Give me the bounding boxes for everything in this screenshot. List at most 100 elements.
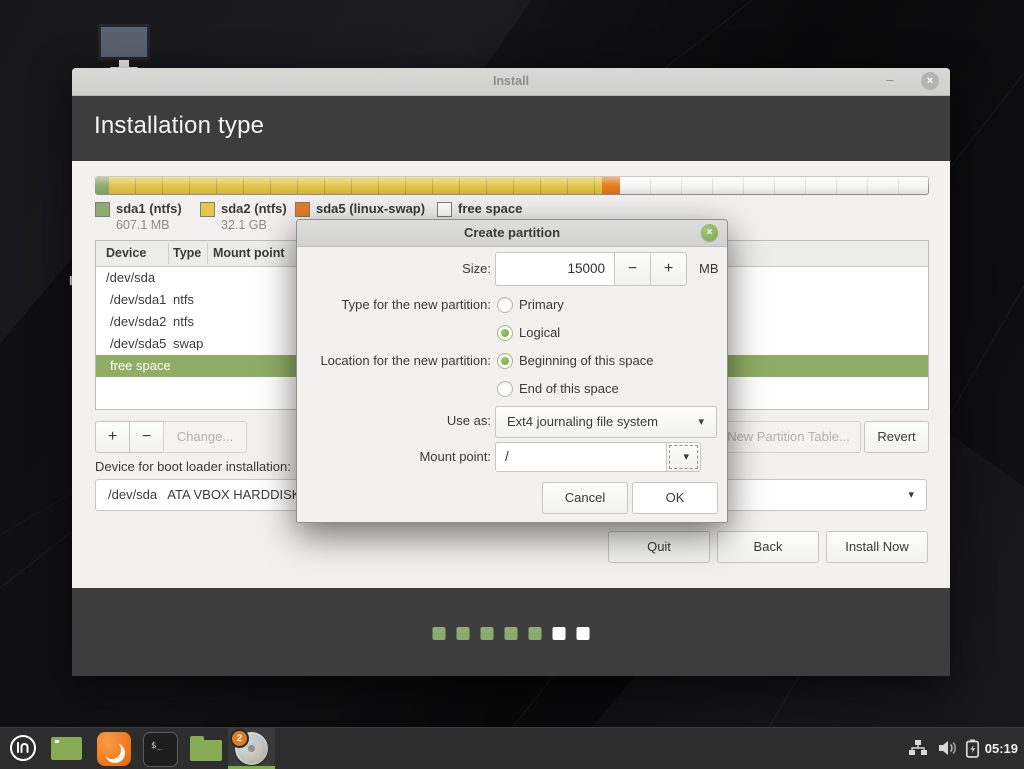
firefox-swirl-carve — [103, 741, 121, 759]
computer-desktop-icon[interactable] — [98, 24, 150, 71]
show-desktop-button[interactable] — [50, 728, 84, 769]
mount-point-input[interactable]: / — [495, 442, 667, 472]
legend-label: free space — [458, 201, 523, 216]
column-header-device: Device — [106, 246, 147, 260]
install-now-button[interactable]: Install Now — [826, 531, 928, 563]
folder-icon — [190, 740, 222, 761]
legend-size: 607.1 MB — [116, 218, 170, 232]
column-header-mount-point: Mount point — [213, 246, 285, 260]
desktop-icon-dot — [55, 740, 59, 743]
page-title: Installation type — [94, 112, 265, 139]
installer-taskbar-item[interactable]: 2 — [228, 728, 275, 769]
progress-dot — [552, 627, 566, 640]
cell-device: /dev/sda2 — [110, 314, 167, 329]
legend-label: sda2 (ntfs) — [221, 201, 287, 216]
radio-label: Primary — [519, 297, 564, 312]
close-button[interactable]: × — [921, 72, 939, 90]
ok-button[interactable]: OK — [632, 482, 718, 514]
remove-partition-button[interactable]: − — [129, 421, 164, 453]
files-launcher[interactable] — [188, 728, 224, 769]
mount-point-value: / — [505, 449, 509, 464]
change-partition-button[interactable]: Change... — [163, 421, 247, 453]
firefox-icon — [97, 732, 131, 766]
add-partition-button[interactable]: + — [95, 421, 130, 453]
clock[interactable]: 05:19 — [985, 741, 1018, 756]
minimize-button[interactable]: – — [882, 72, 898, 88]
column-header-type: Type — [173, 246, 202, 260]
window-titlebar[interactable]: Install – × — [72, 68, 950, 96]
cell-device: /dev/sda1 — [110, 292, 167, 307]
window-count-badge: 2 — [230, 729, 249, 748]
terminal-launcher[interactable]: $_ — [142, 728, 178, 769]
progress-dot — [480, 627, 494, 640]
radio-circle-icon — [497, 325, 513, 341]
cell-type: ntfs — [173, 314, 194, 329]
revert-button[interactable]: Revert — [864, 421, 929, 453]
dialog-titlebar[interactable]: Create partition × — [297, 220, 727, 247]
monitor-stand — [119, 60, 129, 67]
wizard-footer — [72, 588, 950, 676]
radio-circle-icon — [497, 297, 513, 313]
cell-device: free space — [110, 358, 171, 373]
progress-dot — [528, 627, 542, 640]
progress-dots — [432, 627, 590, 640]
use-as-label: Use as: — [446, 413, 491, 428]
legend-label: sda5 (linux-swap) — [316, 201, 426, 216]
size-decrement-button[interactable]: − — [614, 252, 651, 286]
legend-swatch-sda1 — [95, 202, 110, 217]
legend-swatch-free — [437, 202, 452, 217]
partition-segment-sda1 — [96, 177, 110, 194]
page-header: Installation type — [72, 96, 950, 161]
radio-label: Beginning of this space — [519, 353, 654, 368]
size-value: 15000 — [567, 261, 605, 276]
battery-icon[interactable] — [965, 739, 980, 758]
size-increment-button[interactable]: + — [650, 252, 687, 286]
dialog-close-button[interactable]: × — [701, 224, 718, 241]
size-label: Size: — [462, 261, 491, 276]
legend-swatch-sda5 — [295, 202, 310, 217]
cell-type: swap — [173, 336, 204, 351]
terminal-icon: $_ — [143, 732, 178, 767]
legend-size: 32.1 GB — [221, 218, 267, 232]
volume-icon[interactable] — [937, 739, 958, 757]
quit-button[interactable]: Quit — [608, 531, 710, 563]
partition-bar — [95, 176, 929, 195]
partition-segment-free — [620, 177, 928, 194]
monitor-icon — [98, 24, 150, 60]
menu-button[interactable] — [6, 728, 40, 769]
location-label: Location for the new partition: — [320, 353, 491, 368]
type-label: Type for the new partition: — [341, 297, 491, 312]
chevron-down-icon: ▾ — [683, 451, 689, 463]
size-input[interactable]: 15000 — [495, 252, 615, 286]
radio-label: End of this space — [519, 381, 619, 396]
partition-segment-sda2 — [109, 177, 602, 194]
size-unit-label: MB — [699, 261, 719, 276]
radio-label: Logical — [519, 325, 561, 340]
column-separator — [207, 243, 208, 264]
firefox-launcher[interactable] — [96, 728, 132, 769]
dialog-title: Create partition — [463, 225, 561, 240]
cell-device: /dev/sda5 — [110, 336, 167, 351]
taskbar: $_ 2 05:19 — [0, 727, 1024, 769]
terminal-prompt-glyph: $_ — [151, 741, 162, 751]
chevron-down-icon: ▾ — [908, 489, 914, 501]
bootloader-label: Device for boot loader installation: — [95, 459, 291, 474]
bootloader-device-value: /dev/sda ATA VBOX HARDDISK — [108, 487, 301, 502]
progress-dot — [432, 627, 446, 640]
column-separator — [168, 243, 169, 264]
create-partition-dialog: Create partition × Size: 15000 − + MB Ty… — [296, 219, 728, 523]
use-as-select[interactable]: Ext4 journaling file system ▾ — [495, 406, 717, 438]
cancel-button[interactable]: Cancel — [542, 482, 628, 514]
cell-type: ntfs — [173, 292, 194, 307]
window-title: Install — [492, 74, 530, 88]
partition-segment-sda5 — [601, 177, 621, 194]
mount-point-dropdown-button[interactable]: ▾ — [666, 442, 701, 472]
radio-circle-icon — [497, 353, 513, 369]
network-icon[interactable] — [908, 739, 928, 757]
progress-dot — [576, 627, 590, 640]
legend-label: sda1 (ntfs) — [116, 201, 182, 216]
back-button[interactable]: Back — [717, 531, 819, 563]
cell-device: /dev/sda — [106, 270, 156, 285]
new-partition-table-button[interactable]: New Partition Table... — [716, 421, 861, 453]
mint-logo-icon — [10, 735, 36, 761]
